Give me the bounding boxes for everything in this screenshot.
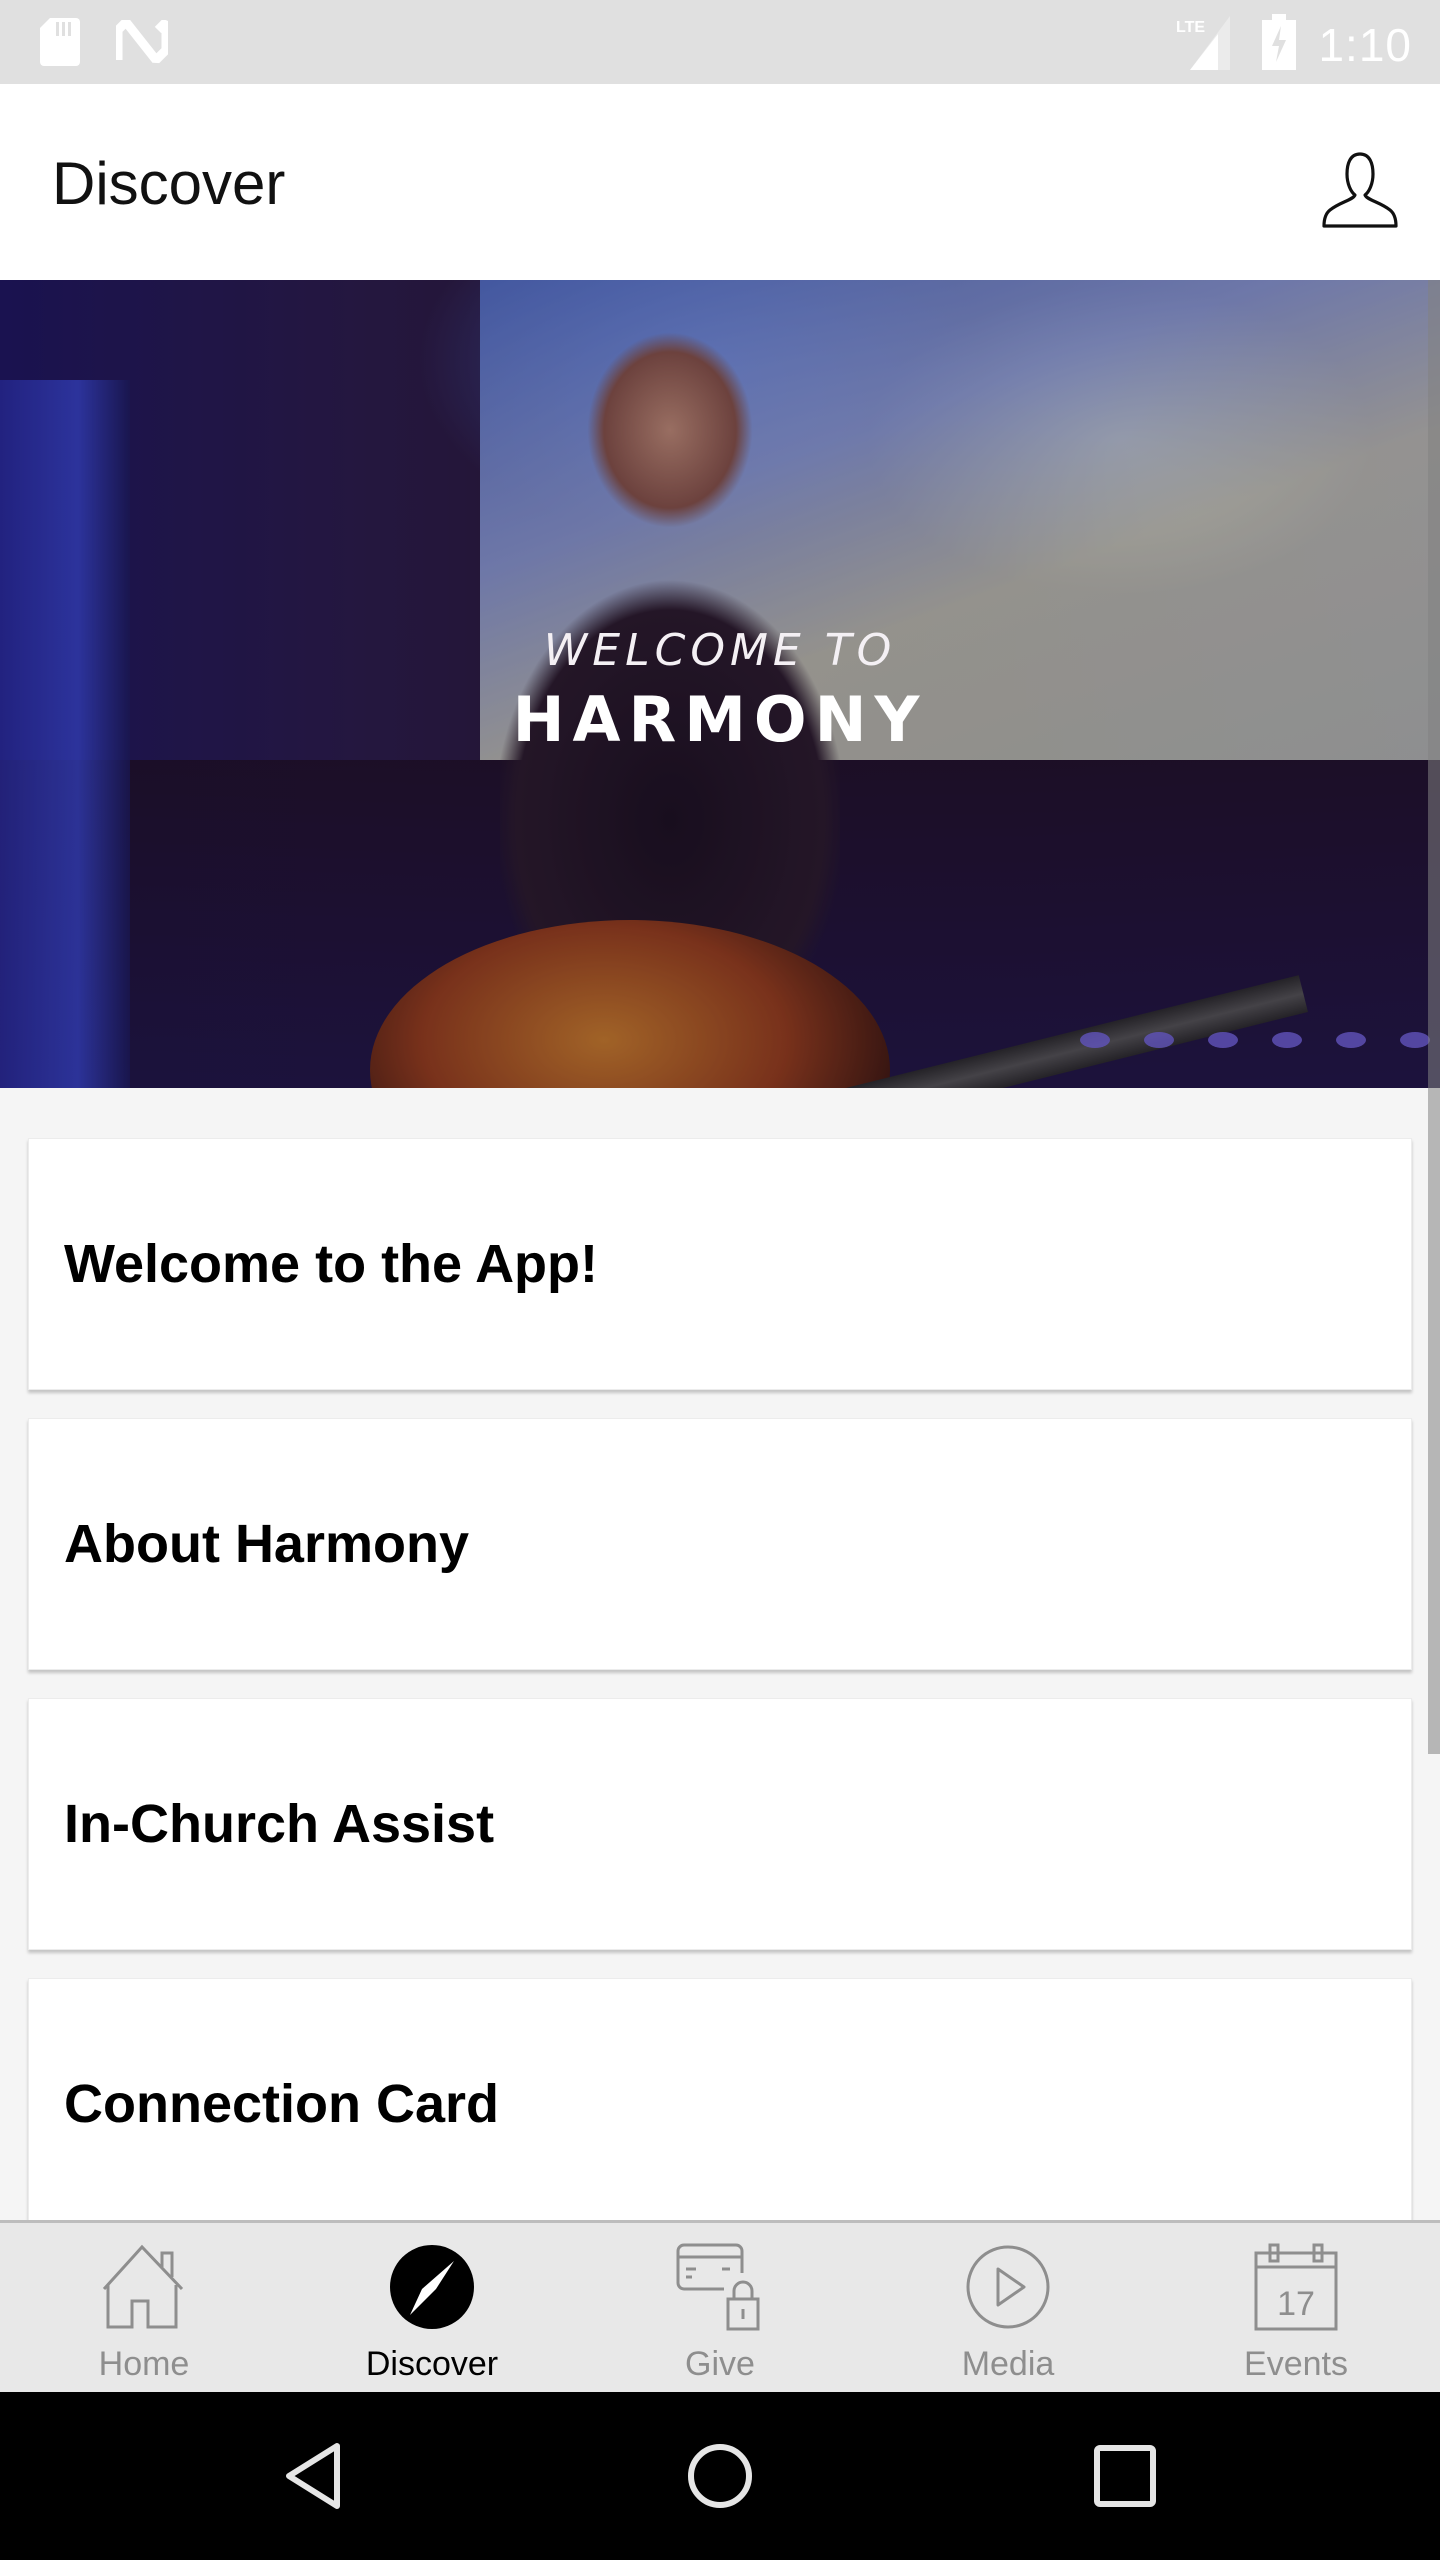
calendar-icon: 17 [1254,2243,1338,2331]
nav-label: Give [685,2345,755,2383]
card-in-church-assist[interactable]: In-Church Assist [28,1698,1412,1950]
discover-list: Welcome to the App! About Harmony In-Chu… [0,1088,1440,2220]
nav-label: Home [98,2345,190,2383]
nav-item-discover[interactable]: Discover [288,2223,576,2392]
card-connection-card[interactable]: Connection Card [28,1978,1412,2220]
home-button[interactable] [680,2436,760,2516]
app-bar: Discover [0,84,1440,280]
hero-title-line2: HARMONY [512,683,928,756]
sd-card-icon [40,18,80,71]
back-icon [286,2443,340,2509]
card-welcome[interactable]: Welcome to the App! [28,1138,1412,1390]
home-icon [102,2244,184,2329]
card-lock-icon [676,2243,760,2331]
status-bar: LTE 1:10 [0,0,1440,84]
hero-title-line1: WELCOME TO [543,625,897,676]
battery-charging-icon [1262,14,1297,75]
profile-button[interactable] [1320,150,1400,230]
scrollbar[interactable] [1428,280,1440,1754]
lte-signal-icon: LTE [1176,14,1240,75]
recents-button[interactable] [1085,2436,1165,2516]
card-title: In-Church Assist [64,1794,495,1854]
clock: 1:10 [1318,18,1412,71]
nav-item-events[interactable]: 17 Events [1152,2223,1440,2392]
compass-icon [390,2245,474,2329]
card-title: Welcome to the App! [64,1234,599,1294]
home-circle-icon [688,2444,752,2508]
back-button[interactable] [275,2436,355,2516]
nav-label: Events [1244,2345,1348,2383]
page-title: Discover [52,150,286,217]
svg-text:17: 17 [1277,2285,1315,2323]
nav-label: Discover [365,2345,499,2383]
user-profile-icon [1322,152,1398,228]
svg-text:LTE: LTE [1176,19,1205,36]
card-about-harmony[interactable]: About Harmony [28,1418,1412,1670]
nav-item-home[interactable]: Home [0,2223,288,2392]
play-circle-icon [966,2245,1050,2329]
bottom-nav: Home Discover Give Media 17 Events [0,2220,1440,2392]
nav-item-media[interactable]: Media [864,2223,1152,2392]
system-nav-bar [0,2392,1440,2560]
hero-banner[interactable]: WELCOME TO HARMONY [0,280,1440,1088]
card-title: Connection Card [64,2074,500,2134]
nav-item-give[interactable]: Give [576,2223,864,2392]
recents-icon [1094,2445,1156,2507]
n-notification-icon [113,18,171,69]
screen: LTE 1:10 Discover WELCOME TO HARMONY Wel… [0,0,1440,2560]
nav-label: Media [961,2345,1055,2383]
card-title: About Harmony [64,1514,469,1574]
